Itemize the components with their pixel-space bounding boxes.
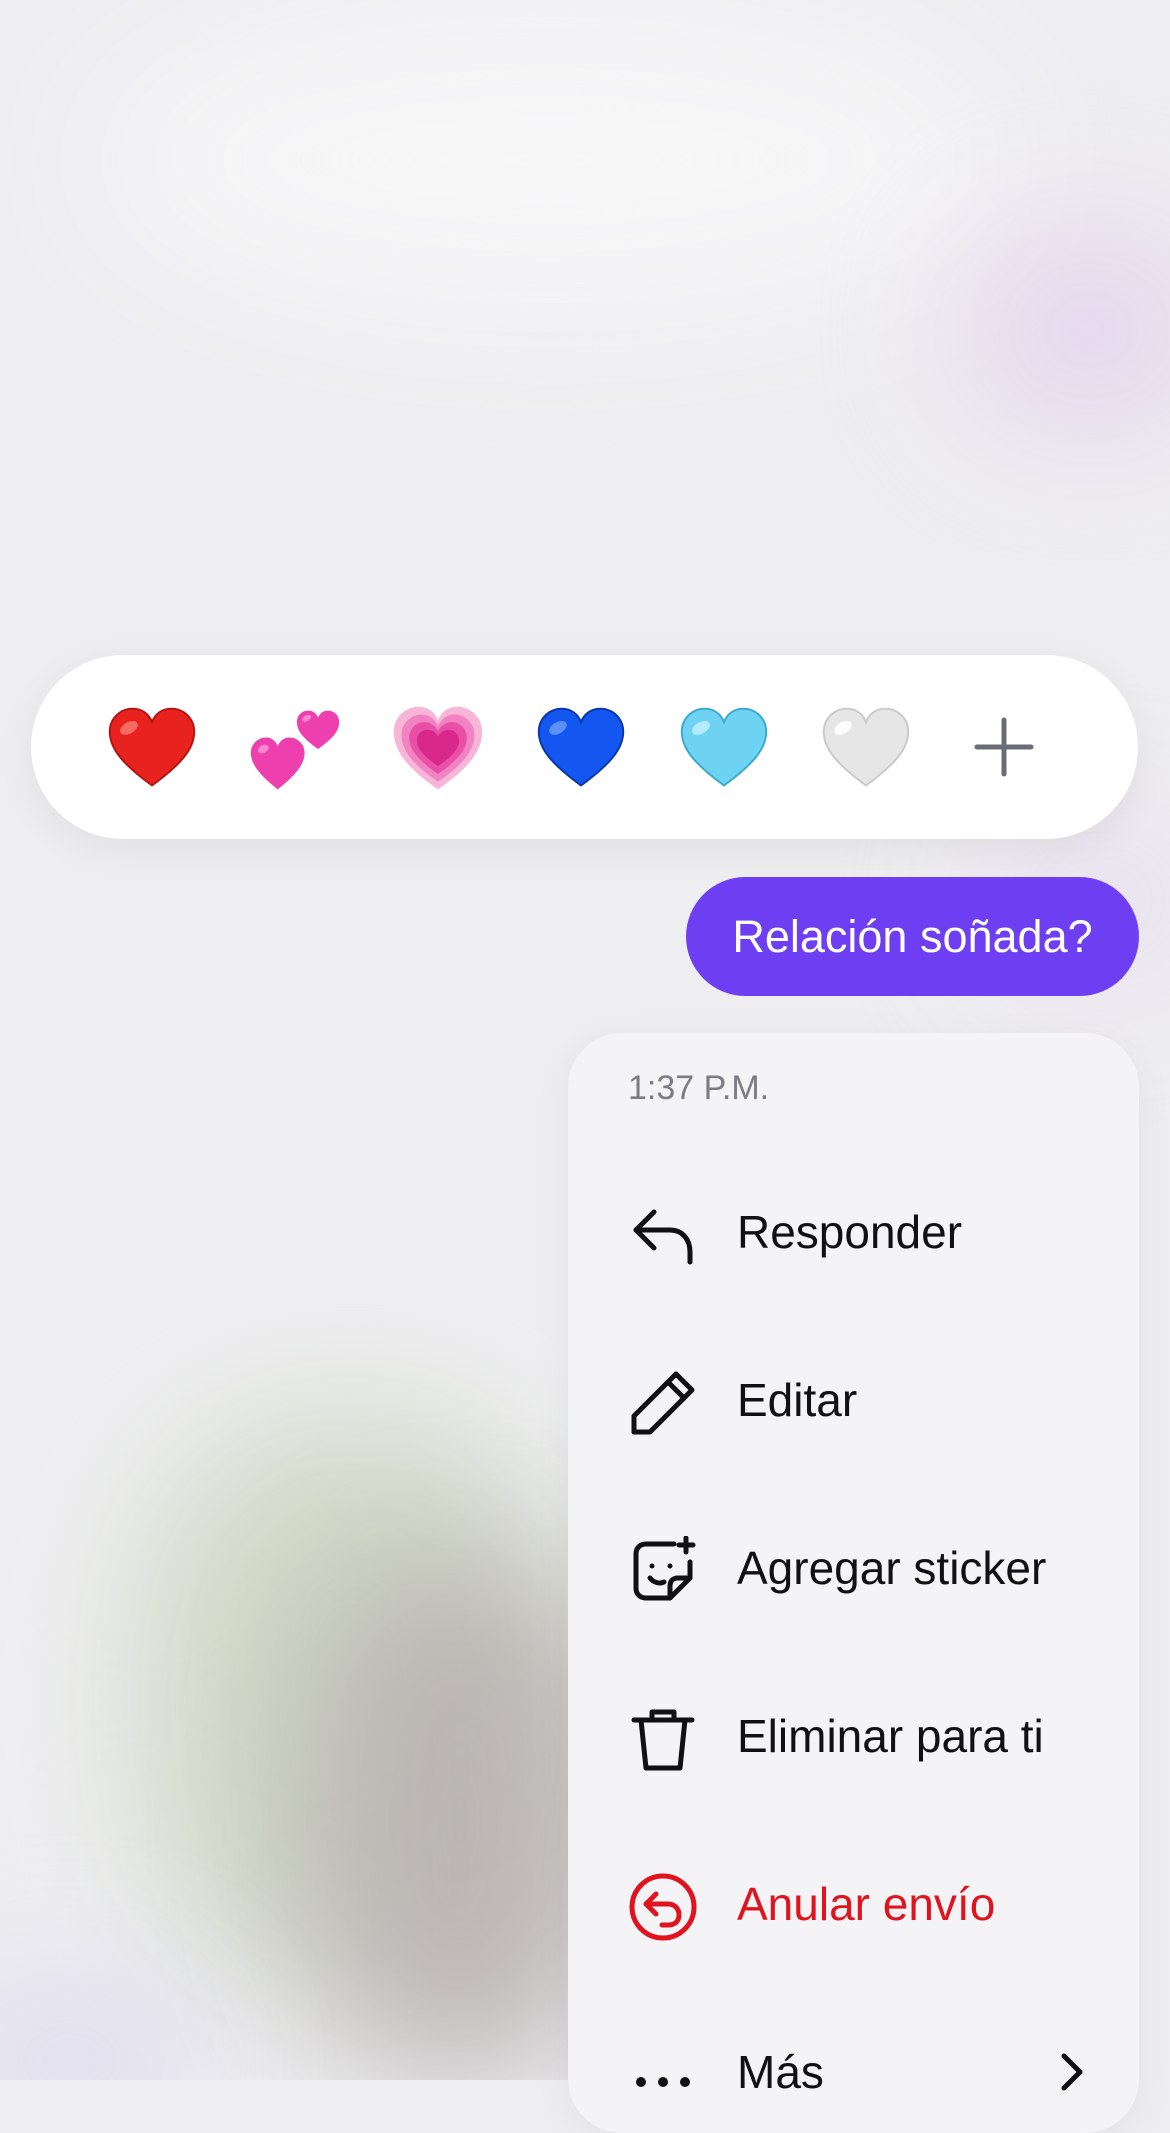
menu-item-reply[interactable]: Responder bbox=[568, 1172, 1139, 1292]
light-blue-heart-reaction[interactable] bbox=[676, 701, 772, 797]
two-hearts-reaction[interactable] bbox=[247, 701, 343, 797]
menu-item-label: Editar bbox=[737, 1374, 858, 1426]
menu-item-label: Agregar sticker bbox=[737, 1542, 1047, 1594]
blue-heart-reaction[interactable] bbox=[533, 701, 629, 797]
menu-item-label: Más bbox=[737, 2046, 824, 2098]
two-hearts-icon bbox=[250, 710, 340, 790]
menu-item-delete-for-you[interactable]: Eliminar para ti bbox=[568, 1676, 1139, 1796]
white-heart-reaction[interactable] bbox=[818, 701, 914, 797]
blue-heart-icon bbox=[537, 707, 625, 787]
white-heart-icon bbox=[822, 707, 910, 787]
chevron-right-icon bbox=[1046, 2046, 1098, 2098]
message-timestamp: 1:37 P.M. bbox=[628, 1069, 770, 1107]
background-blur bbox=[100, 0, 1000, 320]
reaction-bar bbox=[31, 655, 1138, 839]
red-heart-icon bbox=[108, 707, 196, 787]
add-sticker-icon bbox=[628, 1536, 698, 1606]
menu-item-label: Responder bbox=[737, 1206, 963, 1258]
growing-heart-icon bbox=[393, 706, 483, 790]
background-blur bbox=[960, 230, 1170, 430]
message-context-menu: 1:37 P.M. Responder Editar Agregar stick… bbox=[568, 1033, 1139, 2133]
menu-item-unsend[interactable]: Anular envío bbox=[568, 1844, 1139, 1964]
pencil-icon bbox=[628, 1368, 698, 1438]
menu-item-label: Anular envío bbox=[737, 1878, 996, 1930]
trash-icon bbox=[628, 1704, 698, 1774]
more-dots-icon bbox=[628, 2040, 698, 2110]
more-reactions-button[interactable] bbox=[971, 714, 1037, 780]
light-blue-heart-icon bbox=[680, 707, 768, 787]
unsend-icon bbox=[628, 1872, 698, 1942]
background-blur bbox=[0, 1980, 200, 2080]
reply-icon bbox=[628, 1200, 698, 1270]
plus-icon bbox=[974, 717, 1034, 777]
menu-item-label: Eliminar para ti bbox=[737, 1710, 1044, 1762]
menu-item-edit[interactable]: Editar bbox=[568, 1340, 1139, 1460]
growing-heart-reaction[interactable] bbox=[390, 701, 486, 797]
menu-item-more[interactable]: Más bbox=[568, 2012, 1139, 2132]
red-heart-reaction[interactable] bbox=[104, 701, 200, 797]
menu-item-add-sticker[interactable]: Agregar sticker bbox=[568, 1508, 1139, 1628]
message-bubble[interactable]: Relación soñada? bbox=[686, 877, 1139, 996]
